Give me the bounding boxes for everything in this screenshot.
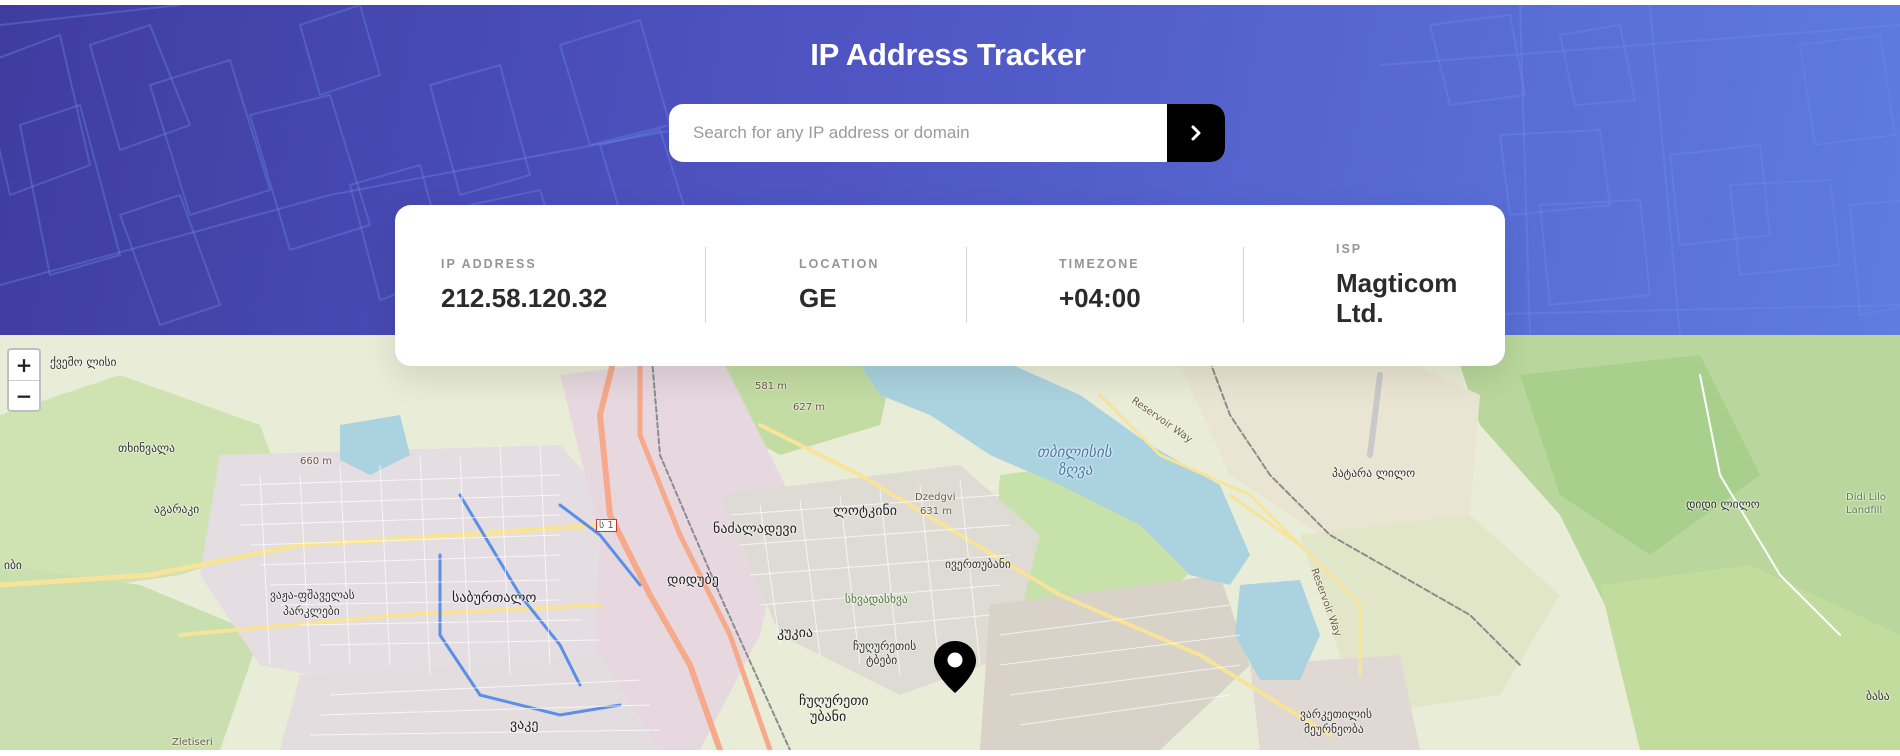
map-label: ს 1: [596, 519, 617, 532]
map-label: Zletiseri: [172, 737, 213, 748]
map-label: კუკია: [777, 625, 813, 641]
map-label: ზღვა: [1058, 461, 1093, 479]
map-label: იბი: [4, 558, 22, 572]
map-label: Landfill: [1846, 505, 1883, 516]
ip-info-card: IP ADDRESS 212.58.120.32 LOCATION GE TIM…: [395, 205, 1505, 366]
map-label: დიდუბე: [667, 572, 719, 588]
map-label: 627 m: [793, 402, 826, 413]
page-title: IP Address Tracker: [810, 37, 1086, 72]
map-label: Dzedgvi: [915, 492, 956, 503]
map-zoom-control: + −: [7, 348, 41, 412]
map-label: აგარაკი: [154, 502, 200, 516]
map-label: ვაკე: [510, 717, 539, 733]
map-label: უბანი: [810, 709, 847, 725]
map-label: სხვადასხვა: [845, 592, 908, 606]
stat-divider: [966, 247, 967, 323]
map-label: ვარკეთილის: [1300, 707, 1372, 721]
map-label: ბასა: [1866, 689, 1890, 703]
isp-value: Magticom Ltd.: [1336, 268, 1458, 328]
map-label: 581 m: [755, 381, 788, 392]
search-input[interactable]: [669, 104, 1167, 162]
map-label: საბურთალო: [452, 590, 537, 606]
location-value: GE: [799, 283, 837, 313]
ip-address-label: IP ADDRESS: [441, 257, 537, 271]
timezone-stat: TIMEZONE +04:00: [1059, 257, 1141, 313]
map-label: ვაჟა-ფშაველას: [270, 588, 355, 602]
isp-label: ISP: [1336, 242, 1363, 256]
location-pin-icon[interactable]: [931, 639, 979, 695]
map-label: 631 m: [920, 506, 953, 517]
ip-address-stat: IP ADDRESS 212.58.120.32: [441, 257, 607, 313]
map-label: ჩუღურეთი: [799, 693, 869, 709]
map-label: დიდი ლილო: [1686, 497, 1760, 511]
map-label: ჩუღურეთის: [853, 639, 917, 653]
map-label: Didi Lilo: [1846, 492, 1887, 503]
map-label: ქვემო ლისი: [50, 355, 117, 369]
map-label: ტბები: [866, 653, 898, 667]
map-label: პატარა ლილო: [1332, 466, 1416, 480]
map-label: თხინვალა: [118, 441, 175, 455]
location-label: LOCATION: [799, 257, 880, 271]
chevron-right-icon: [1191, 125, 1201, 141]
timezone-value: +04:00: [1059, 283, 1141, 313]
search-submit-button[interactable]: [1167, 104, 1225, 162]
stat-divider: [705, 247, 706, 323]
location-stat: LOCATION GE: [799, 257, 879, 313]
map-label: 660 m: [300, 456, 333, 467]
stat-divider: [1243, 247, 1244, 323]
map-label: ივერთუბანი: [945, 557, 1011, 571]
app-root: IP Address Tracker Search for any IP add…: [0, 0, 1900, 756]
timezone-label: TIMEZONE: [1059, 257, 1140, 271]
map-label: მეურნეობა: [1304, 722, 1364, 736]
map-label: ნაძალადევი: [713, 521, 797, 537]
zoom-out-button[interactable]: −: [9, 380, 39, 410]
search-form: [669, 104, 1225, 162]
map-label: თბილისის: [1037, 443, 1112, 461]
ip-address-value: 212.58.120.32: [441, 283, 608, 313]
isp-stat: ISP Magticom Ltd.: [1336, 242, 1486, 328]
map-label: პარკლები: [283, 604, 340, 618]
map-label: ლოტკინი: [833, 503, 898, 519]
zoom-in-button[interactable]: +: [9, 350, 39, 380]
